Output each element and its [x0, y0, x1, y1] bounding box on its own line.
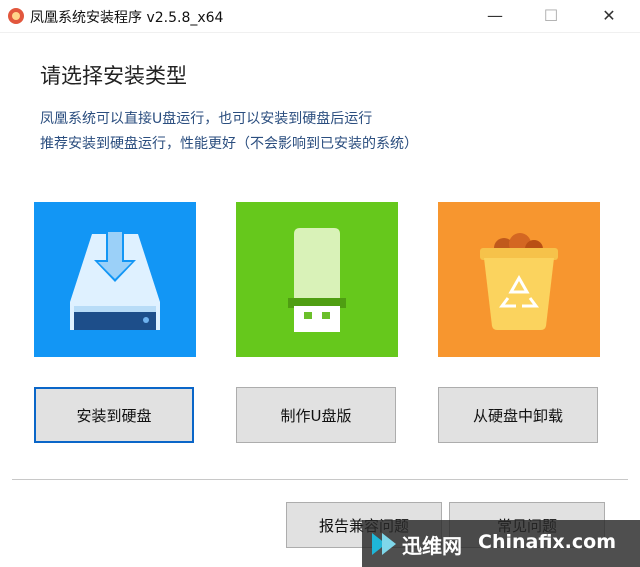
title-bar: 凤凰系统安装程序 v2.5.8_x64 — ☐ ✕: [0, 0, 640, 33]
watermark-brand-cn: 迅维网: [402, 534, 462, 558]
make-usb-button[interactable]: 制作U盘版: [236, 387, 396, 443]
uninstall-tile[interactable]: [438, 202, 600, 357]
divider: [12, 479, 628, 480]
description-line-2: 推荐安装到硬盘运行，性能更好（不会影响到已安装的系统）: [40, 136, 418, 152]
minimize-button[interactable]: —: [472, 0, 518, 32]
usb-drive-icon: [288, 228, 346, 332]
uninstall-from-disk-button[interactable]: 从硬盘中卸载: [438, 387, 598, 443]
watermark-logo-icon: [372, 533, 396, 555]
watermark: 迅维网 Chinafix.com: [362, 520, 640, 567]
page-title: 请选择安装类型: [40, 64, 187, 88]
hard-disk-install-icon: [70, 230, 160, 330]
recycle-bin-icon: [480, 233, 558, 330]
install-to-disk-tile[interactable]: [34, 202, 196, 357]
close-button[interactable]: ✕: [586, 0, 632, 32]
description-line-1: 凤凰系统可以直接U盘运行，也可以安装到硬盘后运行: [40, 111, 373, 127]
window-title: 凤凰系统安装程序 v2.5.8_x64: [30, 10, 224, 26]
make-usb-tile[interactable]: [236, 202, 398, 357]
install-to-disk-button[interactable]: 安装到硬盘: [34, 387, 194, 443]
phoenix-app-icon: [8, 8, 24, 24]
watermark-brand-en: Chinafix.com: [478, 531, 617, 553]
maximize-button[interactable]: ☐: [528, 0, 574, 32]
